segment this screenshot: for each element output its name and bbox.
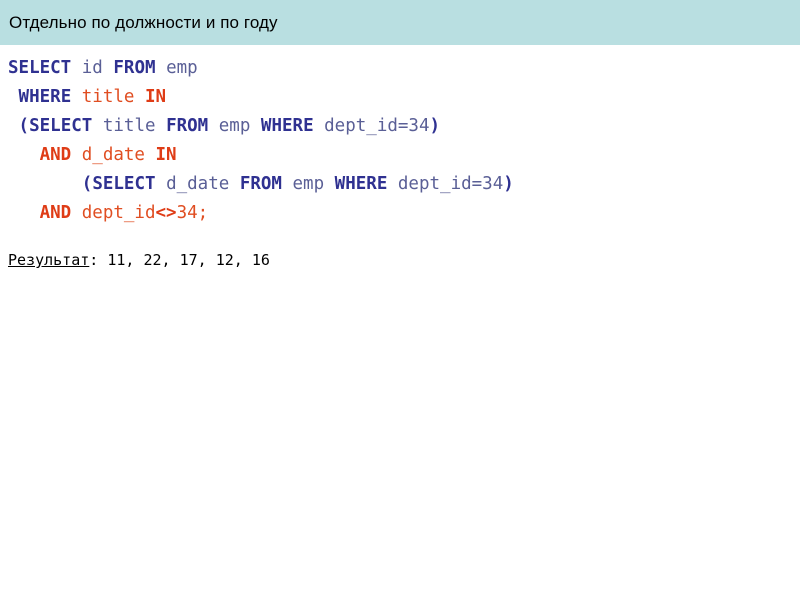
- keyword-in: IN: [145, 87, 167, 107]
- identifier-d-date: d_date: [71, 145, 156, 165]
- keyword-and: AND: [39, 203, 72, 223]
- keyword-select: SELECT: [8, 58, 72, 78]
- paren-close: ): [429, 116, 441, 136]
- paren-open: (: [18, 116, 30, 136]
- result-area: Результат: 11, 22, 17, 12, 16: [0, 228, 800, 270]
- keyword-from: FROM: [113, 58, 156, 78]
- keyword-select: SELECT: [29, 116, 93, 136]
- keyword-and: AND: [39, 145, 72, 165]
- page-title: Отдельно по должности и по году: [9, 12, 278, 32]
- result-values: 11, 22, 17, 12, 16: [107, 251, 270, 269]
- keyword-where: WHERE: [334, 174, 388, 194]
- keyword-from: FROM: [166, 116, 209, 136]
- result-label: Результат: [8, 251, 90, 269]
- keyword-select: SELECT: [92, 174, 156, 194]
- predicate-dept-id: dept_id=34: [387, 174, 504, 194]
- result-separator: :: [89, 251, 108, 269]
- code-line-4: AND d_date IN: [8, 141, 800, 170]
- keyword-in: IN: [155, 145, 177, 165]
- identifier-id: id: [71, 58, 114, 78]
- identifier-emp: emp: [155, 58, 198, 78]
- keyword-where: WHERE: [18, 87, 72, 107]
- predicate-dept-id: dept_id=34: [313, 116, 430, 136]
- code-line-3: (SELECT title FROM emp WHERE dept_id=34): [8, 112, 800, 141]
- identifier-dept-id: dept_id: [71, 203, 156, 223]
- identifier-title: title: [92, 116, 167, 136]
- paren-open: (: [81, 174, 93, 194]
- keyword-where: WHERE: [260, 116, 314, 136]
- sql-code-block: SELECT id FROM emp WHERE title IN (SELEC…: [0, 45, 800, 228]
- code-line-2: WHERE title IN: [8, 83, 800, 112]
- identifier-title: title: [71, 87, 145, 107]
- code-line-1: SELECT id FROM emp: [8, 54, 800, 83]
- identifier-emp: emp: [208, 116, 261, 136]
- keyword-from: FROM: [239, 174, 282, 194]
- operator-not-equal: <>: [155, 203, 177, 223]
- literal-34-terminator: 34;: [176, 203, 209, 223]
- code-line-6: AND dept_id<>34;: [8, 199, 800, 228]
- paren-close: ): [503, 174, 514, 194]
- slide-title-bar: Отдельно по должности и по году: [0, 0, 800, 45]
- identifier-d-date: d_date: [155, 174, 240, 194]
- code-line-5: (SELECT d_date FROM emp WHERE dept_id=34…: [8, 170, 800, 199]
- identifier-emp: emp: [281, 174, 335, 194]
- result-line: Результат: 11, 22, 17, 12, 16: [8, 250, 800, 270]
